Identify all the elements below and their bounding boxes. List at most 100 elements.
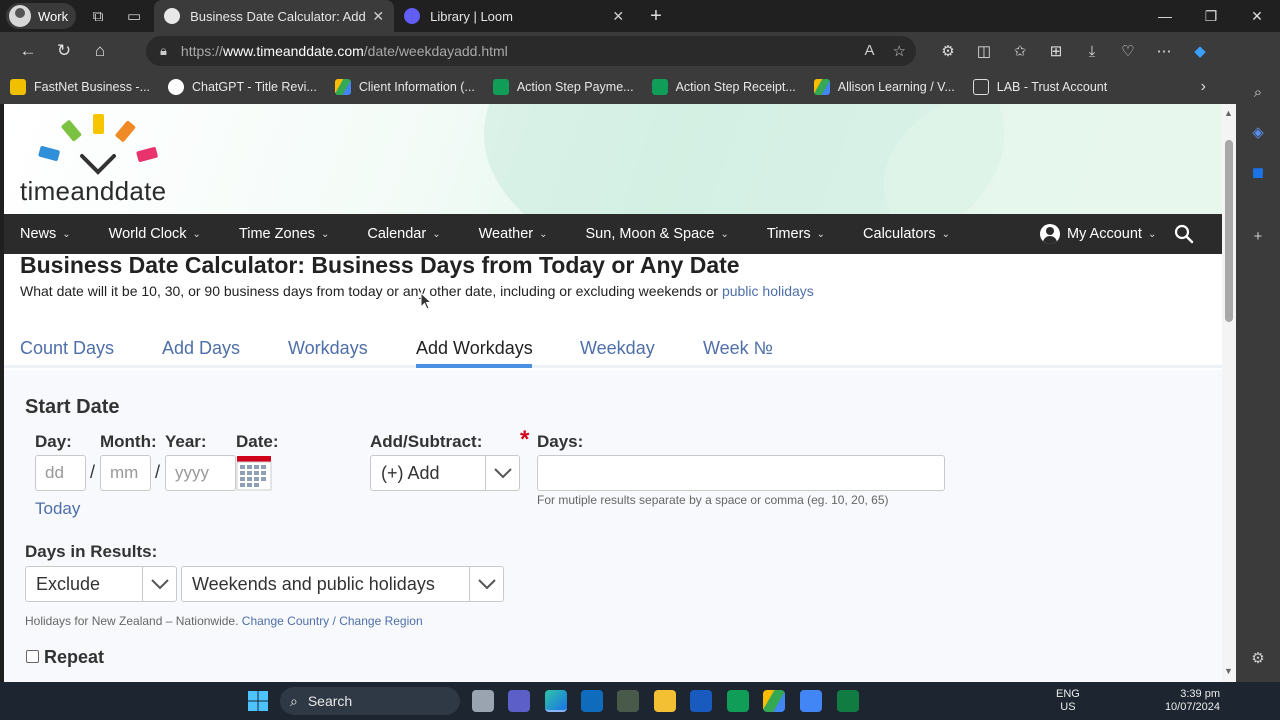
nav-calendar[interactable]: Calendar ⌄ [351, 226, 440, 242]
tab-add-days[interactable]: Add Days [162, 338, 240, 359]
settings-gear-icon[interactable]: ⚙ [1248, 648, 1268, 668]
refresh-icon[interactable]: ↻ [46, 35, 82, 67]
teams-icon[interactable] [508, 690, 530, 712]
new-tab-icon[interactable]: + [650, 5, 662, 28]
outlook-icon[interactable]: ◼ [1248, 162, 1268, 182]
chevron-down-icon: ⌄ [1147, 228, 1157, 240]
weekends-holidays-select[interactable]: Weekends and public holidays [181, 566, 504, 602]
close-tab-icon[interactable]: ✕ [372, 8, 384, 25]
tab-actions-icon[interactable]: ▭ [120, 2, 148, 30]
bookmark-fastnet[interactable]: FastNet Business -... [10, 79, 150, 95]
days-label: Days: [537, 432, 584, 451]
tab-week-number[interactable]: Week № [703, 338, 773, 359]
excel-icon[interactable] [837, 690, 859, 712]
word-icon[interactable] [690, 690, 712, 712]
today-link[interactable]: Today [35, 499, 80, 519]
more-menu-icon[interactable]: ⋯ [1146, 42, 1182, 60]
tab-weekday[interactable]: Weekday [580, 338, 655, 359]
repeat-checkbox[interactable] [26, 650, 39, 663]
google-drive-icon[interactable] [763, 690, 785, 712]
workspaces-icon[interactable]: ⧉ [84, 2, 112, 30]
page-scrollbar[interactable]: ▲ ▼ [1222, 104, 1236, 682]
nav-label: News [20, 226, 57, 242]
extensions-icon[interactable]: ⚙ [930, 42, 966, 60]
bookmark-action-step-receipt[interactable]: Action Step Receipt... [651, 79, 796, 95]
favorites-icon[interactable]: ✩ [1002, 42, 1038, 60]
subtitle-text: What date will it be 10, 30, or 90 busin… [20, 283, 722, 299]
bookmark-allison-learning[interactable]: Allison Learning / V... [813, 79, 955, 95]
favorite-star-icon[interactable]: ☆ [893, 42, 906, 60]
calculator-form [4, 370, 1222, 682]
bookmark-action-step-payme[interactable]: Action Step Payme... [492, 79, 634, 95]
home-icon[interactable]: ⌂ [82, 35, 118, 67]
chevron-right-icon[interactable]: › [1201, 78, 1206, 96]
bookmark-chatgpt[interactable]: ChatGPT - Title Revi... [168, 79, 317, 95]
change-region-link[interactable]: Change Region [339, 614, 422, 628]
taskbar-search[interactable]: ⌕ Search [280, 687, 460, 715]
browser-tab-active[interactable]: Business Date Calculator: Add/Su ✕ [154, 0, 395, 32]
nav-timers[interactable]: Timers ⌄ [751, 226, 825, 242]
edge-icon[interactable] [545, 690, 567, 712]
split-screen-icon[interactable]: ◫ [966, 42, 1002, 60]
bookmark-label: Action Step Receipt... [675, 80, 796, 94]
input-language[interactable]: ENG US [1056, 688, 1080, 714]
windows-start-icon[interactable] [247, 690, 269, 712]
nav-weather[interactable]: Weather ⌄ [463, 226, 548, 242]
close-window-icon[interactable]: ✕ [1234, 0, 1280, 32]
scroll-down-icon[interactable]: ▼ [1224, 666, 1233, 676]
month-input[interactable]: mm [100, 455, 151, 491]
google-sheets-icon[interactable] [727, 690, 749, 712]
shopping-tag-icon[interactable]: ◈ [1248, 122, 1268, 142]
browser-tab-loom[interactable]: Library | Loom ✕ [394, 0, 634, 32]
date-separator: / [155, 462, 161, 482]
profile-button[interactable]: Work [6, 3, 77, 29]
days-input[interactable] [537, 455, 945, 491]
url-protocol: https:// [180, 43, 223, 59]
performance-icon[interactable]: ♡ [1110, 42, 1146, 60]
my-account-button[interactable]: My Account ⌄ [1040, 214, 1156, 254]
add-sidebar-icon[interactable]: + [1248, 226, 1268, 246]
collections-icon[interactable]: ⊞ [1038, 42, 1074, 60]
task-view-icon[interactable] [472, 690, 494, 712]
public-holidays-link[interactable]: public holidays [722, 283, 814, 299]
search-icon[interactable]: ⌕ [1248, 82, 1268, 102]
calculator-tabs: Count Days Add Days Workdays Add Workday… [4, 334, 1222, 368]
read-aloud-icon[interactable]: A [865, 42, 875, 60]
back-icon[interactable]: ← [10, 35, 46, 67]
nav-calculators[interactable]: Calculators ⌄ [847, 226, 950, 242]
copilot-icon[interactable]: ◆ [1182, 42, 1218, 60]
selected-tab-indicator [416, 364, 532, 368]
nav-world-clock[interactable]: World Clock ⌄ [93, 226, 201, 242]
clock[interactable]: 3:39 pm 10/07/2024 [1156, 688, 1220, 714]
downloads-icon[interactable]: ⤓ [1074, 43, 1110, 60]
close-tab-icon[interactable]: ✕ [612, 8, 624, 25]
outlook-icon[interactable] [581, 690, 603, 712]
url-bar[interactable]: 🔒︎ https://www.timeanddate.com/date/week… [146, 36, 916, 66]
account-label: My Account [1067, 226, 1142, 242]
nav-time-zones[interactable]: Time Zones ⌄ [223, 226, 329, 242]
bookmark-lab-trust[interactable]: LAB - Trust Account [972, 79, 1107, 95]
tab-workdays[interactable]: Workdays [288, 338, 368, 359]
decorative-wave [884, 104, 1222, 214]
app-icon[interactable] [617, 690, 639, 712]
calendar-picker-icon[interactable] [236, 455, 272, 491]
change-country-link[interactable]: Change Country [242, 614, 329, 628]
file-explorer-icon[interactable] [654, 690, 676, 712]
exclude-include-select[interactable]: Exclude [25, 566, 177, 602]
restore-icon[interactable]: ❐ [1188, 0, 1234, 32]
google-docs-icon[interactable] [800, 690, 822, 712]
scrollbar-thumb[interactable] [1225, 140, 1233, 322]
tab-count-days[interactable]: Count Days [20, 338, 114, 359]
lock-icon: 🔒︎ [160, 43, 167, 58]
year-input[interactable]: yyyy [165, 455, 236, 491]
tab-add-workdays[interactable]: Add Workdays [416, 338, 533, 359]
scroll-up-icon[interactable]: ▲ [1224, 108, 1233, 118]
add-subtract-select[interactable]: (+) Add [370, 455, 520, 491]
bookmark-client-info[interactable]: Client Information (... [334, 79, 475, 95]
nav-news[interactable]: News ⌄ [4, 226, 71, 242]
minimize-icon[interactable]: — [1142, 0, 1188, 32]
day-input[interactable]: dd [35, 455, 86, 491]
nav-sun-moon-space[interactable]: Sun, Moon & Space ⌄ [570, 226, 729, 242]
page-title: Business Date Calculator: Business Days … [20, 252, 740, 278]
search-icon[interactable] [1174, 224, 1194, 244]
